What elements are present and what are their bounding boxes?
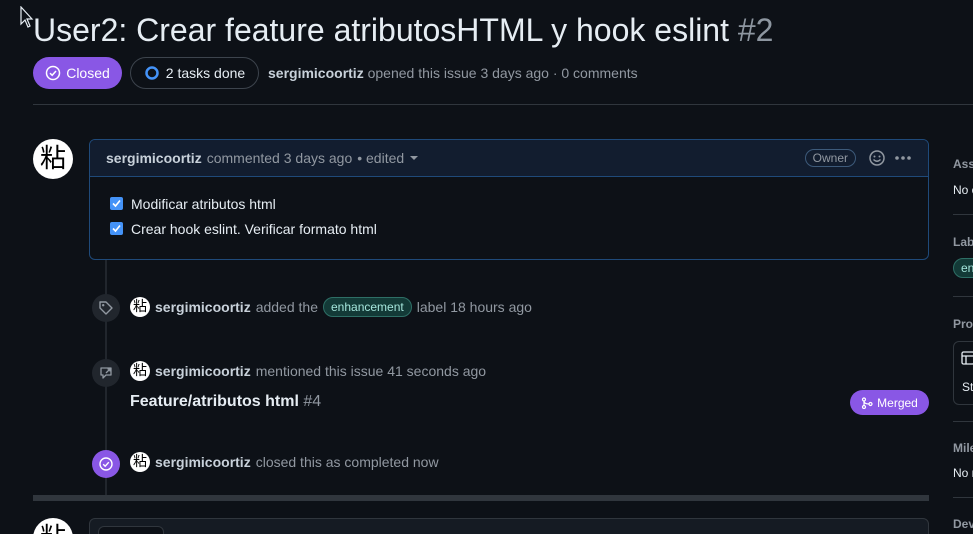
sidebar-milestone-heading[interactable]: Mile	[953, 441, 973, 455]
avatar[interactable]: 粘	[33, 139, 73, 179]
issue-author-link[interactable]: sergimicoortiz	[268, 65, 364, 81]
mouse-cursor-icon	[20, 6, 34, 28]
sidebar-label-enhancement[interactable]: en	[953, 258, 973, 278]
pr-state-label: Merged	[877, 395, 918, 410]
edited-label: • edited	[357, 150, 405, 166]
edited-dropdown[interactable]: • edited	[357, 150, 419, 166]
tag-icon	[92, 294, 120, 322]
comment-timestamp[interactable]: commented 3 days ago	[207, 150, 353, 166]
header-divider	[33, 104, 973, 105]
sidebar-assignees-heading[interactable]: Ass	[953, 157, 973, 171]
comment-header: sergimicoortiz commented 3 days ago • ed…	[90, 140, 928, 177]
git-merge-icon	[862, 396, 873, 409]
issue-state-label: Closed	[66, 65, 110, 81]
checkmark-icon	[112, 199, 121, 208]
checkmark-icon	[112, 224, 121, 233]
kebab-menu-icon[interactable]	[894, 155, 912, 161]
task-checkbox[interactable]	[110, 197, 123, 210]
enhancement-label[interactable]: enhancement	[323, 297, 412, 317]
event-text: added the	[255, 299, 318, 315]
avatar[interactable]: 粘	[130, 452, 150, 472]
task-checkbox[interactable]	[110, 222, 123, 235]
event-text: label 18 hours ago	[416, 299, 532, 315]
sidebar-assignees-value: No o	[953, 183, 973, 197]
task-label: Modificar atributos html	[131, 195, 276, 212]
event-author-link[interactable]: sergimicoortiz	[155, 363, 251, 379]
issue-title: User2: Crear feature atributosHTML y hoo…	[33, 12, 773, 49]
event-author-link[interactable]: sergimicoortiz	[155, 454, 251, 470]
write-tab[interactable]	[98, 526, 164, 534]
sidebar-development-heading[interactable]: Dev	[953, 517, 973, 531]
check-circle-icon	[45, 65, 61, 81]
comment-body: Modificar atributos html Crear hook esli…	[90, 177, 928, 255]
sidebar-divider	[953, 214, 973, 215]
sidebar-divider	[953, 497, 973, 498]
issue-title-text: User2: Crear feature atributosHTML y hoo…	[33, 12, 729, 48]
task-label: Crear hook eslint. Verificar formato htm…	[131, 220, 377, 237]
sidebar-divider	[953, 296, 973, 297]
tasks-progress-label: 2 tasks done	[165, 65, 246, 81]
issue-state-badge: Closed	[33, 57, 122, 89]
issue-comment: sergimicoortiz commented 3 days ago • ed…	[89, 139, 929, 260]
new-comment-box[interactable]	[89, 518, 929, 534]
avatar[interactable]: 粘	[33, 518, 73, 534]
pr-number: #4	[303, 393, 322, 410]
sidebar-project-card[interactable]: St	[953, 341, 973, 405]
event-author-link[interactable]: sergimicoortiz	[155, 299, 251, 315]
caret-down-icon	[410, 156, 419, 160]
issue-number: #2	[737, 12, 774, 48]
comment-author-link[interactable]: sergimicoortiz	[106, 150, 202, 166]
emoji-reaction-icon[interactable]	[868, 149, 886, 167]
task-item: Modificar atributos html	[110, 191, 908, 216]
sidebar-divider	[953, 421, 973, 422]
timeline-end-divider	[33, 495, 929, 501]
sidebar-labels-heading[interactable]: Lab	[953, 235, 973, 249]
sidebar-project-status: St	[962, 380, 973, 394]
task-item: Crear hook eslint. Verificar formato htm…	[110, 216, 908, 241]
close-event: 粘 sergimicoortiz closed this as complete…	[130, 452, 439, 472]
closed-check-icon	[92, 450, 120, 478]
sidebar-projects-heading[interactable]: Pro	[953, 317, 973, 331]
cross-reference-icon	[92, 359, 120, 387]
event-text[interactable]: mentioned this issue 41 seconds ago	[256, 363, 486, 379]
event-text[interactable]: closed this as completed now	[256, 454, 439, 470]
tasks-progress-button[interactable]: 2 tasks done	[130, 57, 259, 89]
sidebar-milestone-value: No m	[953, 466, 973, 480]
avatar[interactable]: 粘	[130, 361, 150, 381]
issue-opened-text: opened this issue 3 days ago · 0 comment…	[367, 65, 638, 81]
label-event: 粘 sergimicoortiz added the enhancement l…	[130, 297, 532, 317]
table-icon	[961, 351, 973, 365]
sidebar-label-text: en	[961, 261, 973, 275]
issue-meta: sergimicoortiz opened this issue 3 days …	[268, 65, 638, 81]
owner-badge: Owner	[804, 149, 856, 167]
pr-merged-badge: Merged	[850, 390, 929, 415]
mention-event: 粘 sergimicoortiz mentioned this issue 41…	[130, 361, 486, 381]
avatar[interactable]: 粘	[130, 297, 150, 317]
pr-title-link[interactable]: Feature/atributos html	[130, 393, 299, 410]
progress-ring-icon	[145, 66, 159, 80]
pr-reference[interactable]: Feature/atributos html #4	[130, 393, 321, 411]
